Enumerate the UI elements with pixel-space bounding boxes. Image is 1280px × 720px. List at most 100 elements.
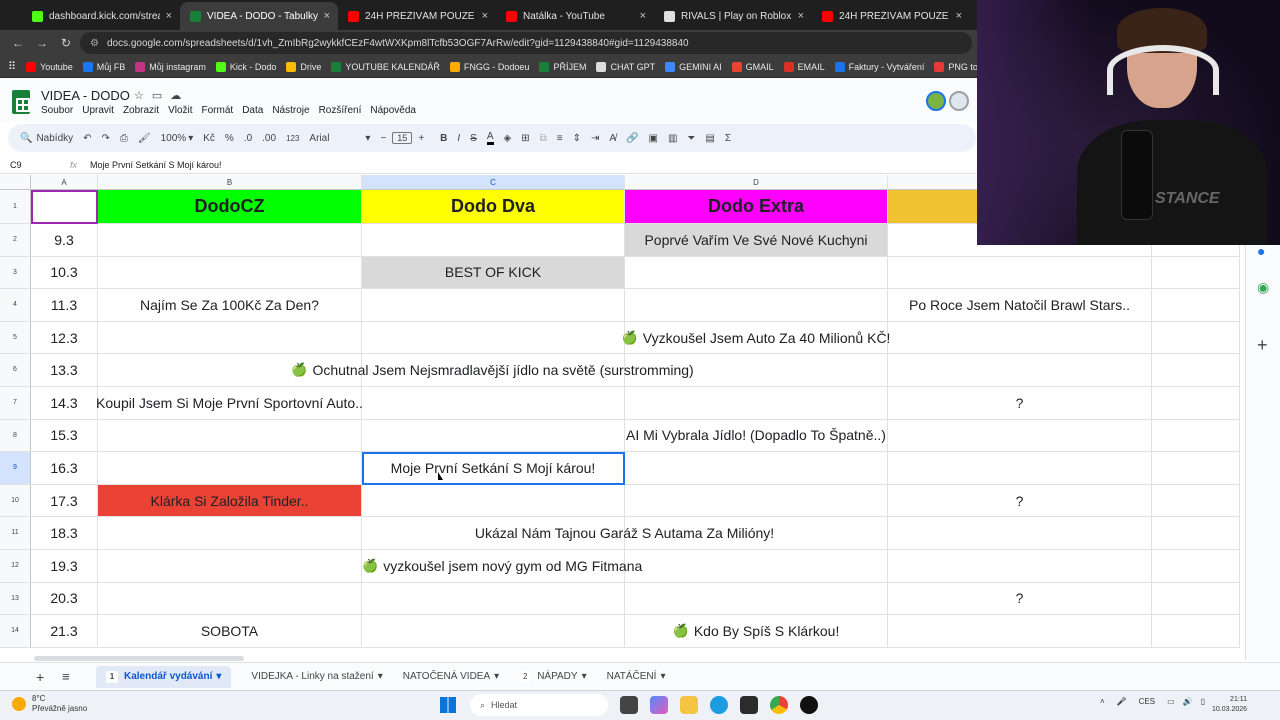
row-header[interactable]: 10 [0,484,31,518]
grid-cell[interactable] [625,256,888,290]
video-title-cell[interactable]: SOBOTA [98,615,362,648]
grid-cell[interactable] [362,582,625,616]
grid-cell[interactable] [1152,354,1240,387]
grid-cell[interactable] [98,517,362,550]
column-header-a[interactable]: A [31,175,98,190]
date-cell[interactable]: 16.3 [31,452,98,485]
browser-tab[interactable]: 24H PŘEŽÍVÁM POUZE NA VĚC × [338,2,496,30]
grid-cell[interactable] [1152,582,1240,616]
clock[interactable]: 21:11 10.03.2026 [1212,695,1247,715]
date-cell[interactable]: 12.3 [31,321,98,355]
grid-cell[interactable] [362,387,625,420]
grid-cell[interactable] [98,224,362,257]
bookmark[interactable]: GEMINI AI [665,61,722,72]
task-view-icon[interactable] [620,696,638,714]
sheet-tab[interactable]: 2 NÁPADY ▾ [519,670,587,683]
print-icon[interactable]: ⎙ [120,133,128,144]
search-menus-icon[interactable]: 🔍 [20,133,32,144]
merge-cells-icon[interactable]: ⧉ [540,133,547,144]
video-title-cell[interactable]: Poprvé Vařím Ve Své Nové Kuchyni [625,224,888,257]
sheet-tab[interactable]: NATOČENÁ VIDEA ▾ [403,671,499,682]
date-cell[interactable]: 15.3 [31,419,98,453]
video-title-cell[interactable]: Ukázal Nám Tajnou Garáž S Autama Za Mili… [362,517,888,550]
contacts-icon[interactable]: ● [1257,243,1265,259]
bookmark[interactable]: Drive [286,61,321,72]
document-title[interactable]: VIDEA - DODO [41,88,130,103]
date-cell[interactable]: 14.3 [31,387,98,420]
forward-icon[interactable]: → [32,36,52,50]
date-cell[interactable]: 19.3 [31,550,98,583]
bookmark[interactable]: FNGG - Dodoeu [449,61,529,72]
chevron-down-icon[interactable]: ▾ [660,671,665,682]
insert-comment-icon[interactable]: ▣ [649,133,658,144]
close-icon[interactable]: × [798,10,804,22]
grid-cell[interactable] [1152,256,1240,290]
chevron-down-icon[interactable]: ▾ [188,133,193,144]
filter-icon[interactable]: ⏷ [687,133,695,144]
text-color-icon[interactable]: A [486,131,494,145]
vertical-align-icon[interactable]: ⇕ [573,133,581,144]
menu-item[interactable]: Formát [202,105,234,116]
grid-cell[interactable] [625,582,888,616]
grid-cell[interactable] [888,256,1152,290]
menu-item[interactable]: Soubor [41,105,73,116]
filter-views-icon[interactable]: ▤ [705,133,714,144]
grid-cell[interactable] [625,452,888,485]
grid-cell[interactable] [1152,419,1240,453]
cloud-status-icon[interactable]: ☁ [170,90,189,102]
date-cell[interactable]: 9.3 [31,224,98,257]
browser-tab[interactable]: VIDEA - DODO - Tabulky Googl × [180,2,338,30]
grid-cell[interactable] [888,321,1152,355]
formula-input[interactable]: Moje První Setkání S Mojí károu! [90,160,222,170]
weather-widget[interactable]: 8°C Převážně jasno [12,694,87,714]
row-header[interactable]: 2 [0,224,31,257]
strikethrough-icon[interactable]: S [470,133,477,144]
paint-format-icon[interactable]: 🖌 [138,133,151,144]
chevron-down-icon[interactable]: ▾ [494,671,499,682]
borders-icon[interactable]: ⊞ [521,133,529,144]
video-title-cell[interactable]: Najím Se Za 100Kč Za Den? [98,289,362,322]
search-menus-label[interactable]: Nabídky [36,133,73,144]
terminal-icon[interactable] [740,696,758,714]
date-cell[interactable]: 11.3 [31,289,98,322]
row-header[interactable]: 14 [0,615,31,648]
video-title-cell[interactable]: Koupil Jsem Si Moje První Sportovní Auto… [96,387,363,420]
font-select[interactable]: Arial [309,133,355,144]
grid-cell[interactable] [1152,615,1240,648]
grid-cell[interactable] [888,419,1152,453]
name-box[interactable]: C9 [0,160,70,170]
grid-cell[interactable] [1152,452,1240,485]
chrome-icon[interactable] [770,696,788,714]
date-cell[interactable]: 21.3 [31,615,98,648]
browser-tab[interactable]: dashboard.kick.com/stream × [22,2,180,30]
font-size-increase-icon[interactable]: + [418,133,424,144]
bookmark[interactable]: GMAIL [731,61,774,72]
row-header[interactable]: 5 [0,321,31,355]
add-addon-icon[interactable]: + [1257,335,1268,356]
header-cell[interactable]: DodoCZ [98,190,362,224]
video-title-cell[interactable]: ? [888,484,1152,518]
video-title-cell[interactable]: BEST OF KICK [362,256,625,290]
functions-icon[interactable]: Σ [725,133,731,144]
volume-icon[interactable]: 🔊 [1183,697,1193,706]
grid-cell[interactable] [888,354,1152,387]
all-sheets-icon[interactable]: ≡ [62,669,70,684]
language-indicator[interactable]: CES [1139,697,1155,706]
row-header[interactable]: 13 [0,582,31,616]
sheet-tab[interactable]: NATÁČENÍ ▾ [607,671,666,682]
bookmark[interactable]: CHAT GPT [596,61,655,72]
sheet-tab[interactable]: VIDEJKA - Linky na stažení ▾ [251,671,382,682]
fill-color-icon[interactable]: ◈ [504,133,512,144]
bookmark[interactable]: Můj instagram [135,61,206,72]
grid-cell[interactable] [98,452,362,485]
grid-cell[interactable] [1152,517,1240,550]
grid-cell[interactable] [1152,289,1240,322]
start-icon[interactable] [440,697,456,713]
grid-cell[interactable] [98,321,362,355]
video-title-cell[interactable]: 🍏 Kdo By Spíš S Klárkou! [625,615,888,648]
grid-cell[interactable] [98,550,362,583]
column-header-c[interactable]: C [362,175,625,190]
move-folder-icon[interactable]: ▭ [152,90,170,102]
italic-icon[interactable]: I [457,133,460,144]
row-header[interactable]: 3 [0,256,31,290]
